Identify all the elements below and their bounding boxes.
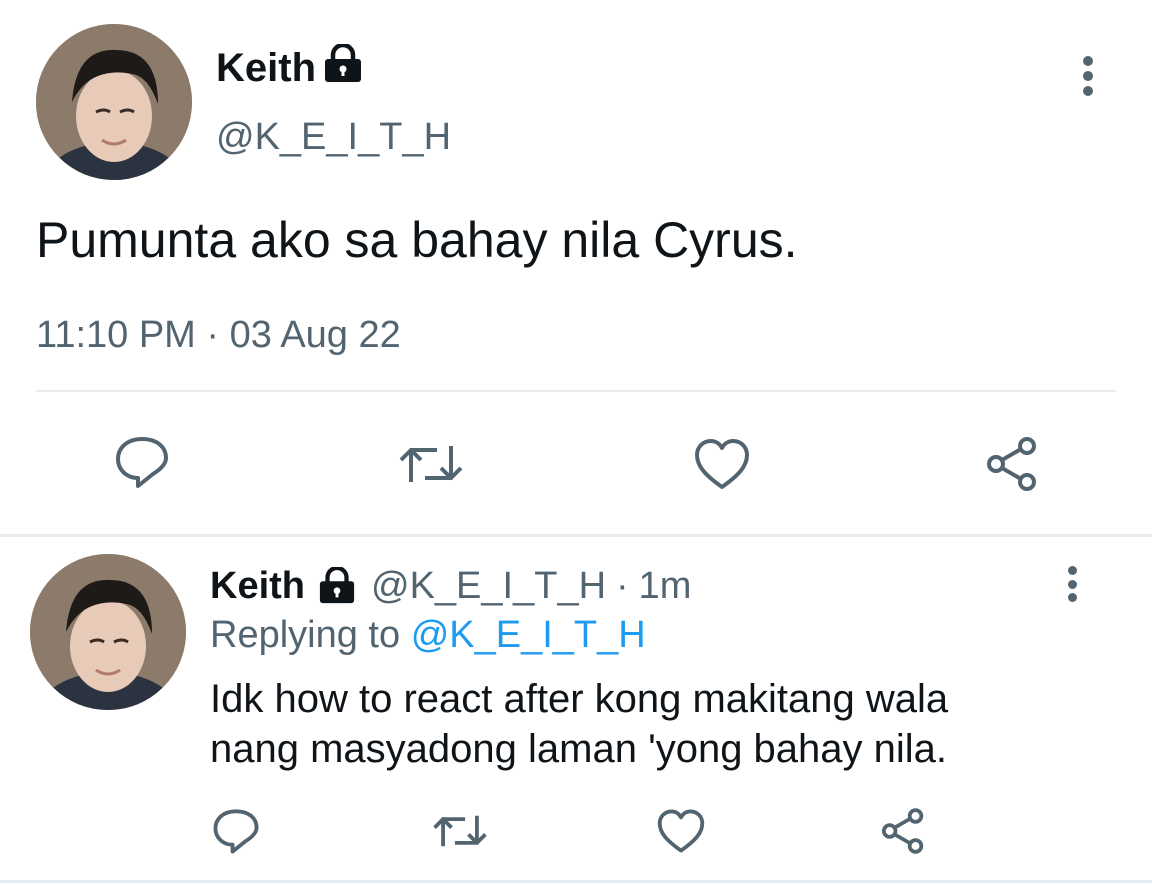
lock-icon [317, 567, 357, 605]
share-icon [881, 808, 924, 854]
reply-retweet-button[interactable] [430, 808, 490, 854]
reply-icon [213, 809, 259, 854]
reply-text: Idk how to react after kong makitang wal… [210, 677, 949, 771]
tweet-text: Pumunta ako sa bahay nila Cyrus. [36, 212, 798, 268]
avatar[interactable] [36, 24, 192, 180]
like-icon [695, 439, 749, 489]
replying-to-handle-link[interactable]: @K_E_I_T_H [411, 614, 646, 656]
share-button[interactable] [980, 434, 1044, 494]
reply-share-button[interactable] [876, 806, 930, 856]
reply-separator: · [616, 564, 629, 607]
reply-display-name[interactable]: Keith [210, 565, 305, 608]
retweet-icon [399, 446, 463, 482]
handle[interactable]: @K_E_I_T_H [216, 114, 451, 160]
reply-avatar[interactable] [30, 554, 186, 710]
retweet-button[interactable] [396, 436, 466, 492]
more-options-button[interactable] [1080, 56, 1096, 96]
share-icon [987, 437, 1036, 491]
reply-more-options-button[interactable] [1064, 566, 1080, 602]
more-vertical-icon [1083, 56, 1093, 66]
reply-button[interactable] [110, 432, 174, 492]
more-vertical-icon [1067, 566, 1077, 575]
reply-like-button[interactable] [654, 806, 708, 856]
like-button[interactable] [690, 434, 754, 494]
retweet-icon [433, 815, 487, 847]
replying-to-label: Replying to [210, 614, 401, 656]
bottom-divider [0, 880, 1152, 883]
divider [36, 390, 1116, 392]
reply-handle[interactable]: @K_E_I_T_H [371, 565, 606, 608]
reply-reply-button[interactable] [210, 806, 262, 856]
reply-header: Keith @K_E_I_T_H · 1m [210, 562, 691, 610]
reply-time[interactable]: 1m [639, 565, 692, 608]
display-name[interactable]: Keith [216, 44, 316, 92]
replying-to: Replying to @K_E_I_T_H [210, 612, 646, 658]
tweet-timestamp[interactable]: 11:10 PM · 03 Aug 22 [36, 312, 401, 358]
tweet-separator [0, 534, 1152, 537]
lock-icon [322, 44, 364, 84]
reply-icon [116, 437, 168, 488]
like-icon [657, 809, 705, 853]
